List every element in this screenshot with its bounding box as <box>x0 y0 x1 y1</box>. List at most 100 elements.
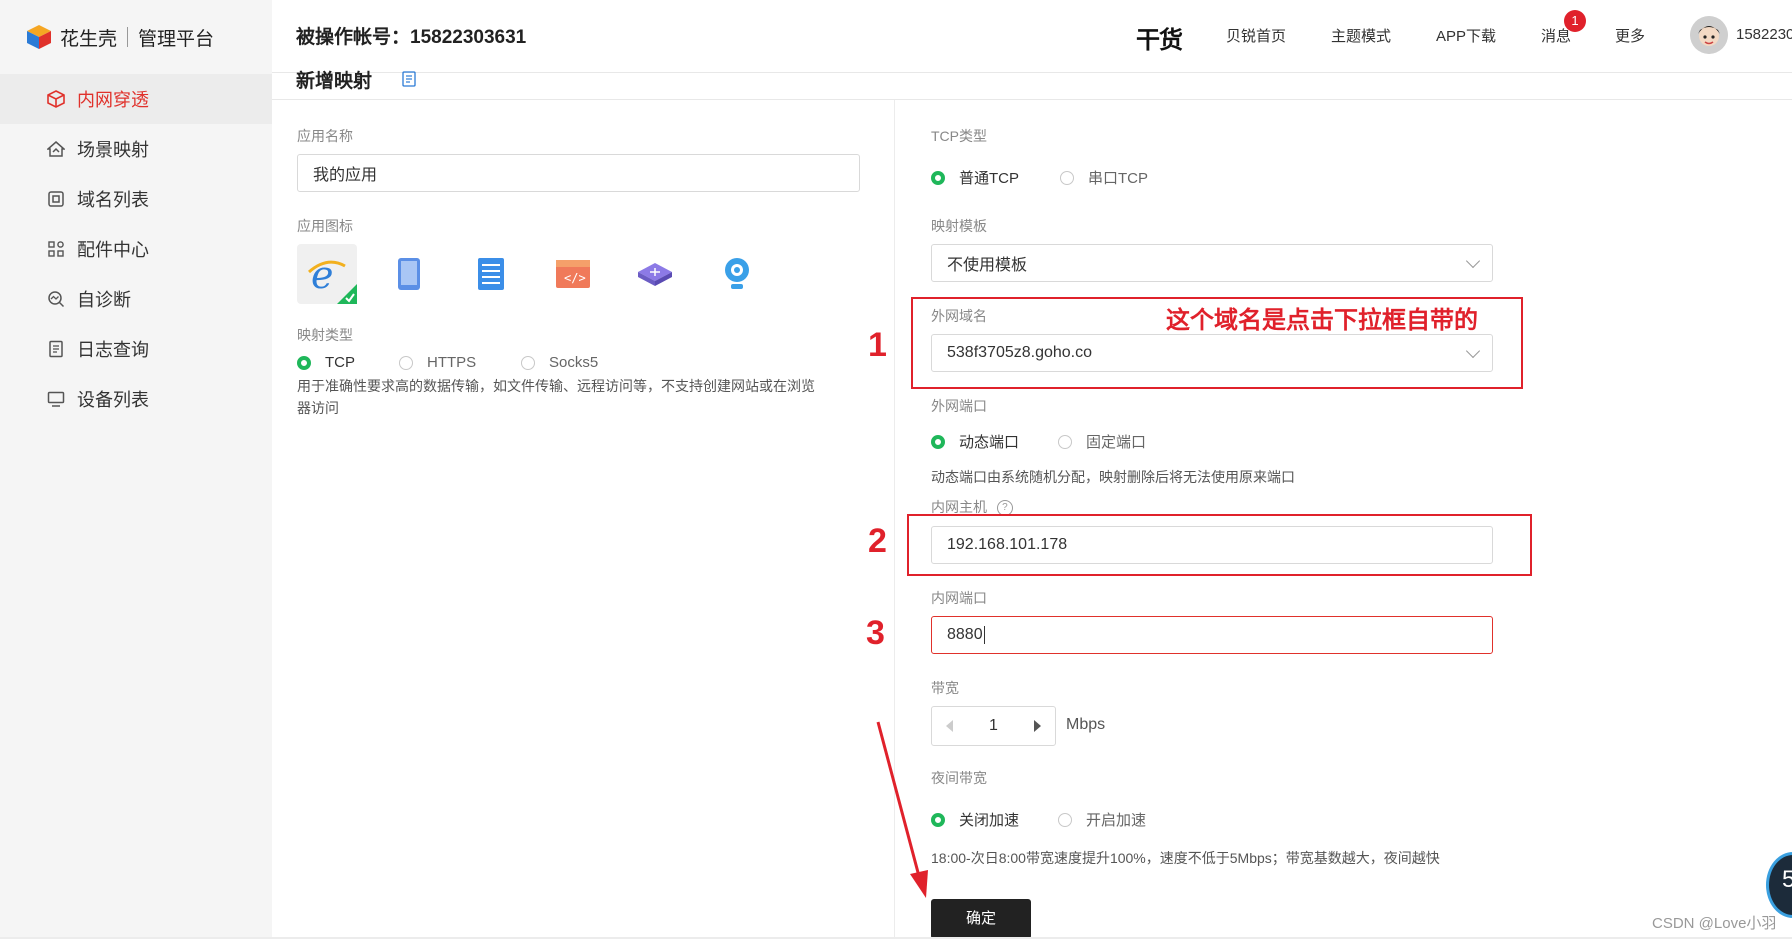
document-icon[interactable] <box>402 71 416 87</box>
radio-label: 关闭加速 <box>959 812 1020 829</box>
radio-label: 固定端口 <box>1086 434 1147 451</box>
avatar[interactable] <box>1690 16 1728 54</box>
app-icon-label: 应用图标 <box>297 218 353 234</box>
tablet-icon <box>398 258 420 290</box>
radio-dot <box>1058 434 1072 449</box>
peanut-shell-logo-icon <box>27 25 51 49</box>
radio-serial-tcp[interactable]: 串口TCP <box>1060 167 1148 188</box>
radio-fixed-port[interactable]: 固定端口 <box>1058 431 1146 452</box>
annotation-arrow-icon <box>876 721 928 898</box>
sidebar-item-log-query[interactable]: 日志查询 <box>0 324 272 374</box>
router-icon <box>638 263 672 286</box>
watermark: CSDN @Love小羽 <box>1652 915 1777 932</box>
increment-arrow-icon[interactable] <box>1034 720 1041 732</box>
text-cursor <box>983 626 985 644</box>
svg-text:</>: </> <box>564 271 586 285</box>
app-name-label: 应用名称 <box>297 128 353 144</box>
mapping-type-label: 映射类型 <box>297 327 353 343</box>
radio-dot <box>1060 170 1074 185</box>
app-icon-router[interactable] <box>625 244 685 304</box>
sidebar-item-label: 自诊断 <box>77 290 131 310</box>
sidebar-item-domain-list[interactable]: 域名列表 <box>0 174 272 224</box>
sidebar-item-label: 域名列表 <box>77 190 149 210</box>
app-icon-camera[interactable] <box>707 244 767 304</box>
template-label: 映射模板 <box>931 218 987 234</box>
radio-socks5[interactable]: Socks5 <box>521 354 598 371</box>
radio-disable-boost[interactable]: 关闭加速 <box>931 809 1019 830</box>
radio-dynamic-port[interactable]: 动态端口 <box>931 431 1019 452</box>
user-id[interactable]: 15822303631 <box>1736 26 1792 43</box>
dynamic-port-hint: 动态端口由系统随机分配，映射删除后将无法使用原来端口 <box>931 469 1295 485</box>
bandwidth-stepper[interactable]: 1 <box>931 706 1056 746</box>
cube-icon <box>46 89 66 109</box>
annotation-number-2: 2 <box>868 522 887 560</box>
diagnose-icon <box>46 289 66 309</box>
app-icon-server[interactable] <box>461 244 521 304</box>
app-name-input[interactable]: 我的应用 <box>297 154 860 192</box>
user-avatar-icon <box>1690 16 1728 54</box>
sidebar-item-label: 配件中心 <box>77 240 149 260</box>
sidebar-item-intranet-penetration[interactable]: 内网穿透 <box>0 74 272 124</box>
code-window-icon: </> <box>556 260 590 288</box>
sidebar-item-device-list[interactable]: 设备列表 <box>0 374 272 424</box>
bandwidth-label: 带宽 <box>931 680 959 696</box>
monitor-icon <box>46 389 66 409</box>
radio-dot <box>399 355 413 370</box>
nav-more[interactable]: 更多 <box>1615 25 1645 46</box>
radio-tcp[interactable]: TCP <box>297 354 355 371</box>
radio-enable-boost[interactable]: 开启加速 <box>1058 809 1146 830</box>
sidebar-item-scene-mapping[interactable]: 场景映射 <box>0 124 272 174</box>
nav-home[interactable]: 贝锐首页 <box>1226 25 1286 46</box>
floating-widget-text: 5 <box>1782 866 1792 893</box>
radio-dot <box>1058 812 1072 827</box>
sidebar-item-self-diagnosis[interactable]: 自诊断 <box>0 274 272 324</box>
server-icon <box>478 258 504 290</box>
account-number: 15822303631 <box>410 27 527 48</box>
app-name-value: 我的应用 <box>313 167 378 184</box>
mapping-type-hint-line2: 器访问 <box>297 400 339 416</box>
radio-https[interactable]: HTTPS <box>399 354 476 371</box>
page-title: 新增映射 <box>296 71 373 92</box>
annotation-number-3: 3 <box>866 614 885 652</box>
sidebar-item-label: 日志查询 <box>77 340 149 360</box>
app-icon-tablet[interactable] <box>379 244 439 304</box>
annotation-number-1: 1 <box>868 326 887 364</box>
header-brand[interactable]: 干货 <box>1136 20 1183 55</box>
logo-subtitle: 管理平台 <box>138 28 215 50</box>
grid-icon <box>46 239 66 259</box>
annotation-box-host <box>907 514 1532 576</box>
sidebar-item-accessory-center[interactable]: 配件中心 <box>0 224 272 274</box>
bandwidth-unit: Mbps <box>1066 716 1106 733</box>
logo[interactable]: 花生壳 管理平台 <box>26 22 214 52</box>
external-port-label: 外网端口 <box>931 398 987 414</box>
radio-dot <box>521 355 535 370</box>
radio-label: 开启加速 <box>1086 812 1147 829</box>
confirm-button[interactable]: 确定 <box>931 899 1031 939</box>
intranet-port-label: 内网端口 <box>931 590 987 606</box>
chevron-down-icon <box>1465 253 1481 269</box>
radio-dot <box>931 170 945 185</box>
sidebar-item-label: 设备列表 <box>77 390 149 410</box>
intranet-port-input[interactable]: 8880 <box>931 616 1493 654</box>
radio-dot <box>297 355 311 370</box>
nav-theme-mode[interactable]: 主题模式 <box>1331 25 1391 46</box>
section-divider <box>272 99 1792 100</box>
logo-brand: 花生壳 <box>60 28 118 50</box>
radio-label: 普通TCP <box>959 170 1020 187</box>
selected-check-icon <box>337 284 357 304</box>
log-icon <box>46 339 66 359</box>
sidebar-item-label: 内网穿透 <box>77 90 149 110</box>
radio-label: HTTPS <box>427 354 477 371</box>
night-bandwidth-hint: 18:00-次日8:00带宽速度提升100%，速度不低于5Mbps；带宽基数越大… <box>931 850 1440 866</box>
app-icon-code[interactable]: </> <box>543 244 603 304</box>
intranet-port-value: 8880 <box>947 626 983 643</box>
template-select[interactable]: 不使用模板 <box>931 244 1493 282</box>
message-badge: 1 <box>1564 10 1586 32</box>
domain-icon <box>46 189 66 209</box>
tcp-type-label: TCP类型 <box>931 128 987 144</box>
radio-normal-tcp[interactable]: 普通TCP <box>931 167 1019 188</box>
nav-app-download[interactable]: APP下载 <box>1436 25 1496 46</box>
app-icon-ie[interactable]: e <box>297 244 357 304</box>
operated-account: 被操作帐号：15822303631 <box>296 22 526 49</box>
top-header: 被操作帐号：15822303631 干货 贝锐首页 主题模式 APP下载 消息 … <box>272 0 1792 73</box>
